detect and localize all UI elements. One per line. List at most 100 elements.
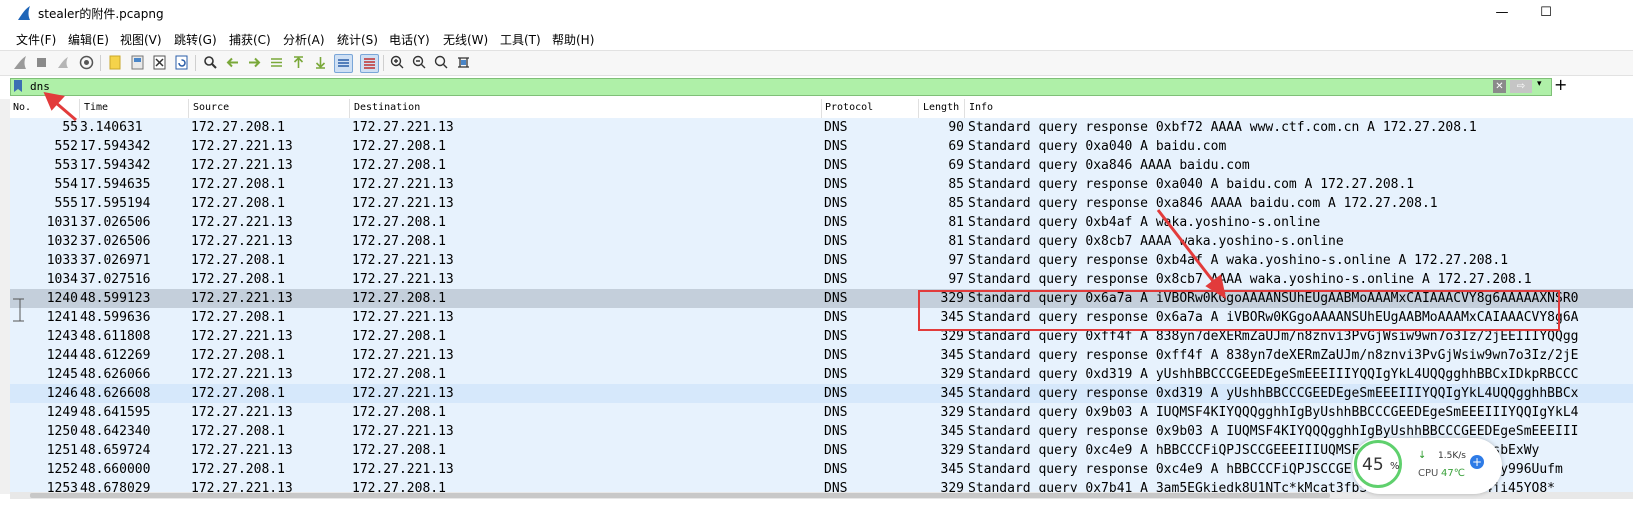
cell-info: Standard query response 0xff4f A 838yn7d… <box>968 348 1579 363</box>
menu-go[interactable]: 跳转(G) <box>174 31 217 48</box>
cell-time: 17.595194 <box>80 196 151 211</box>
filter-bookmark-icon[interactable] <box>11 79 25 93</box>
menu-tools[interactable]: 工具(T) <box>500 31 541 48</box>
menu-view[interactable]: 视图(V) <box>120 31 162 48</box>
last-packet-icon[interactable] <box>312 54 329 71</box>
display-filter-input[interactable] <box>30 78 1470 94</box>
column-divider[interactable] <box>821 99 822 118</box>
packet-row[interactable]: 1245 48.626066 172.27.221.13 172.27.208.1 DN… <box>10 365 1633 384</box>
cell-destination: 172.27.221.13 <box>352 424 454 439</box>
column-divider[interactable] <box>349 99 350 118</box>
cell-length: 345 <box>940 348 964 363</box>
packet-row[interactable]: 1249 48.641595 172.27.221.13 172.27.208.1 DN… <box>10 403 1633 422</box>
packet-row[interactable]: 553 17.594342 172.27.221.13 172.27.208.1 DNS… <box>10 156 1633 175</box>
go-to-packet-icon[interactable] <box>268 54 285 71</box>
restart-capture-icon[interactable] <box>55 54 72 71</box>
cell-source: 172.27.208.1 <box>191 348 285 363</box>
cell-source: 172.27.221.13 <box>191 291 293 306</box>
first-packet-icon[interactable] <box>290 54 307 71</box>
cell-destination: 172.27.221.13 <box>352 177 454 192</box>
shark-fin-start-icon[interactable] <box>12 54 29 71</box>
packet-row[interactable]: 1033 37.026971 172.27.208.1 172.27.221.13 DN… <box>10 251 1633 270</box>
toolbar-separator <box>383 55 384 71</box>
go-back-icon[interactable] <box>224 54 241 71</box>
cell-source: 172.27.208.1 <box>191 253 285 268</box>
column-header-time[interactable]: Time <box>84 102 108 113</box>
maximize-button[interactable]: ☐ <box>1534 3 1558 23</box>
cell-time: 48.659724 <box>80 443 151 458</box>
toolbar-separator <box>100 55 101 71</box>
column-header-no[interactable]: No. <box>13 102 31 113</box>
column-divider[interactable] <box>964 99 965 118</box>
cell-no: 1245 <box>46 367 78 382</box>
column-divider[interactable] <box>79 99 80 118</box>
menu-capture[interactable]: 捕获(C) <box>229 31 271 48</box>
normal-size-icon[interactable] <box>433 54 450 71</box>
find-packet-icon[interactable] <box>202 54 219 71</box>
go-forward-icon[interactable] <box>246 54 263 71</box>
zoom-in-icon[interactable] <box>389 54 406 71</box>
column-header-source[interactable]: Source <box>193 102 229 113</box>
capture-options-icon[interactable] <box>78 54 95 71</box>
minimize-button[interactable]: — <box>1490 3 1514 23</box>
horizontal-scrollbar-thumb[interactable] <box>30 493 1330 498</box>
cell-length: 97 <box>948 253 964 268</box>
cell-destination: 172.27.221.13 <box>352 310 454 325</box>
add-filter-button-icon[interactable]: + <box>1554 75 1567 94</box>
column-header-protocol[interactable]: Protocol <box>825 102 873 113</box>
title-bar <box>0 0 1633 26</box>
packet-row[interactable]: 1246 48.626608 172.27.208.1 172.27.221.13 DN… <box>10 384 1633 403</box>
column-header-length[interactable]: Length <box>923 102 959 113</box>
cell-no: 554 <box>54 177 78 192</box>
open-file-icon[interactable] <box>107 54 124 71</box>
monitor-expand-icon[interactable]: + <box>1470 455 1484 469</box>
cell-length: 329 <box>940 481 964 492</box>
packet-row[interactable]: 55 3.140631 172.27.208.1 172.27.221.13 DNS 90… <box>10 118 1633 137</box>
cell-length: 90 <box>948 120 964 135</box>
cell-protocol: DNS <box>824 120 848 135</box>
filter-history-dropdown-icon[interactable]: ▾ <box>1537 79 1542 89</box>
packet-row[interactable]: 1032 37.026506 172.27.221.13 172.27.208.1 DN… <box>10 232 1633 251</box>
stop-capture-icon[interactable] <box>33 54 50 71</box>
cell-protocol: DNS <box>824 367 848 382</box>
cell-time: 37.026971 <box>80 253 151 268</box>
cell-no: 1244 <box>46 348 78 363</box>
menu-file[interactable]: 文件(F) <box>16 31 56 48</box>
menu-telephony[interactable]: 电话(Y) <box>389 31 430 48</box>
clear-filter-icon[interactable]: ✕ <box>1493 80 1506 93</box>
packet-row[interactable]: 552 17.594342 172.27.221.13 172.27.208.1 DNS… <box>10 137 1633 156</box>
cell-destination: 172.27.208.1 <box>352 443 446 458</box>
cell-source: 172.27.208.1 <box>191 272 285 287</box>
column-divider[interactable] <box>918 99 919 118</box>
cell-source: 172.27.208.1 <box>191 120 285 135</box>
menu-statistics[interactable]: 统计(S) <box>337 31 378 48</box>
packet-row[interactable]: 555 17.595194 172.27.208.1 172.27.221.13 DNS… <box>10 194 1633 213</box>
packet-row[interactable]: 1244 48.612269 172.27.208.1 172.27.221.13 DN… <box>10 346 1633 365</box>
reload-file-icon[interactable] <box>173 54 190 71</box>
cell-source: 172.27.208.1 <box>191 196 285 211</box>
cell-info: Standard query 0xd319 A yUshhBBCCCGEEDEg… <box>968 367 1579 382</box>
save-file-icon[interactable] <box>129 54 146 71</box>
cell-destination: 172.27.221.13 <box>352 348 454 363</box>
autoscroll-icon[interactable] <box>334 54 353 73</box>
cell-time: 17.594342 <box>80 158 151 173</box>
column-divider[interactable] <box>188 99 189 118</box>
resize-columns-icon[interactable] <box>455 54 472 71</box>
packet-row[interactable]: 1034 37.027516 172.27.208.1 172.27.221.13 DN… <box>10 270 1633 289</box>
menu-analyze[interactable]: 分析(A) <box>283 31 325 48</box>
column-header-destination[interactable]: Destination <box>354 102 420 113</box>
menu-edit[interactable]: 编辑(E) <box>68 31 109 48</box>
column-header-info[interactable]: Info <box>969 102 993 113</box>
cell-source: 172.27.221.13 <box>191 481 293 492</box>
cell-time: 48.626608 <box>80 386 151 401</box>
apply-filter-icon[interactable]: ⇨ <box>1510 80 1532 93</box>
cell-time: 37.026506 <box>80 234 151 249</box>
menu-wireless[interactable]: 无线(W) <box>443 31 488 48</box>
cell-no: 1252 <box>46 462 78 477</box>
menu-help[interactable]: 帮助(H) <box>552 31 594 48</box>
close-file-icon[interactable] <box>151 54 168 71</box>
packet-row[interactable]: 1031 37.026506 172.27.221.13 172.27.208.1 DN… <box>10 213 1633 232</box>
packet-row[interactable]: 554 17.594635 172.27.208.1 172.27.221.13 DNS… <box>10 175 1633 194</box>
colorize-icon[interactable] <box>360 54 379 73</box>
zoom-out-icon[interactable] <box>411 54 428 71</box>
